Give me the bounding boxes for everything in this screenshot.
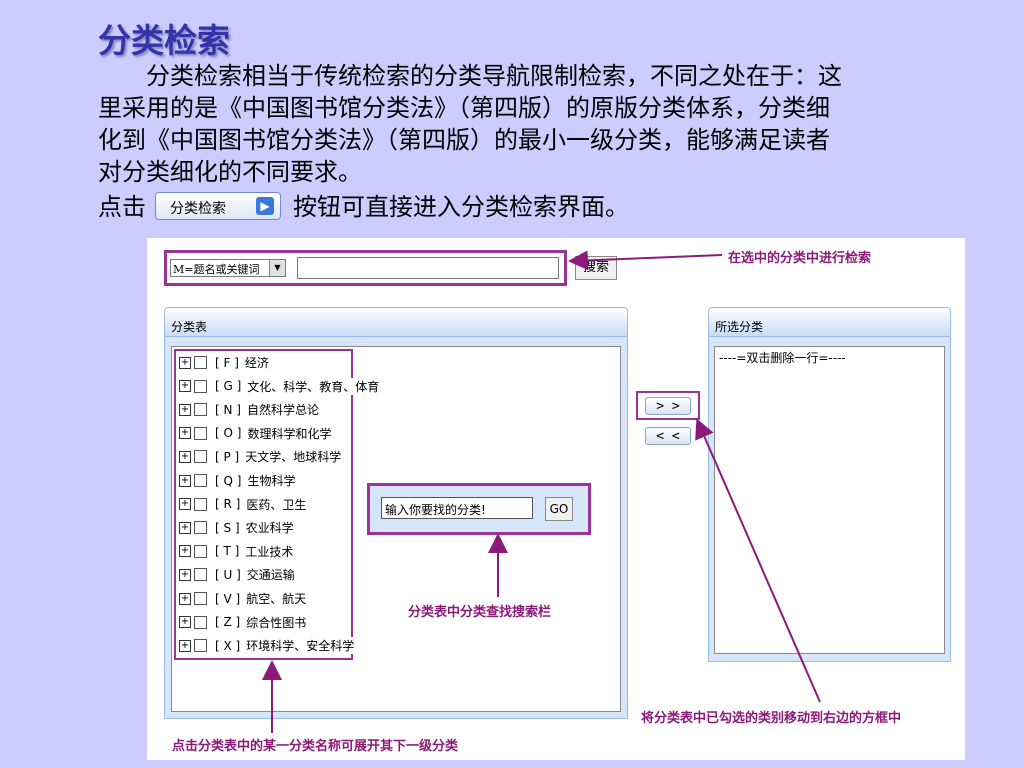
annotation-search-in-selected: 在选中的分类中进行检索 xyxy=(728,251,872,266)
annotation-move-selected: 将分类表中已勾选的类别移动到右边的方框中 xyxy=(641,711,902,726)
arrow-to-search-bar xyxy=(568,250,723,271)
annotation-find-in-table: 分类表中分类查找搜索栏 xyxy=(408,605,552,620)
annotation-arrows xyxy=(262,250,821,733)
arrow-to-move-button xyxy=(695,418,821,703)
annotation-expand-category: 点击分类表中的某一分类名称可展开其下一级分类 xyxy=(172,739,459,754)
